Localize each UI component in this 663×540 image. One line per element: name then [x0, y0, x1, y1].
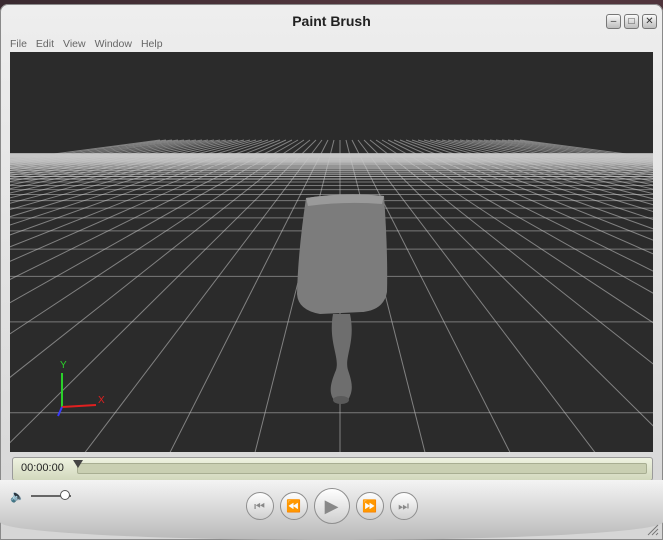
resize-grip-icon[interactable]: [645, 522, 659, 536]
skip-to-end-button[interactable]: ⏭: [389, 492, 418, 520]
grid-line: [447, 139, 653, 186]
z-axis-line: [57, 406, 63, 417]
grid-line: [441, 139, 653, 190]
grid-line: [393, 139, 653, 255]
grid-line: [483, 139, 653, 169]
grid-line: [10, 139, 293, 280]
grid-line: [411, 139, 653, 220]
rewind-button[interactable]: ⏪: [279, 492, 308, 520]
grid-line: [10, 139, 251, 204]
grid-line: [10, 139, 275, 236]
grid-line: [501, 139, 653, 163]
x-axis-label: X: [98, 395, 105, 406]
grid-line: [435, 139, 653, 195]
grid-line: [375, 139, 653, 324]
grid-line: [519, 139, 653, 159]
grid-line: [405, 139, 653, 230]
x-axis-line: [61, 404, 97, 408]
grid-line: [399, 139, 653, 241]
transport-buttons: ⏮ ⏪ ▶ ⏩ ⏭: [0, 488, 663, 524]
timeline-bar: 00:00:00: [12, 457, 653, 481]
grid-line: [10, 139, 287, 262]
title-bar[interactable]: Paint Brush ‒ □ ✕: [0, 4, 663, 38]
window-title: Paint Brush: [292, 13, 371, 29]
grid-line: [10, 139, 269, 226]
brush-handle: [330, 314, 352, 400]
timecode: 00:00:00: [21, 462, 64, 474]
grid-line: [429, 139, 653, 200]
minimize-button[interactable]: ‒: [606, 14, 621, 29]
maximize-button[interactable]: □: [624, 14, 639, 29]
skip-to-start-button[interactable]: ⏮: [245, 492, 274, 520]
grid-line: [369, 139, 653, 365]
grid-line: [423, 139, 653, 206]
grid-line: [357, 139, 596, 452]
fast-forward-button[interactable]: ⏩: [355, 492, 384, 520]
playback-controls: 🔈 ⏮ ⏪ ▶ ⏩ ⏭: [0, 480, 663, 540]
play-button[interactable]: ▶: [313, 488, 350, 524]
window-controls: ‒ □ ✕: [606, 14, 657, 29]
grid-line: [10, 139, 257, 211]
playhead-marker[interactable]: [73, 460, 83, 468]
rewind-icon: ⏪: [286, 499, 301, 513]
y-axis-label: Y: [60, 360, 67, 371]
brush-head: [297, 194, 388, 314]
grid-line: [507, 139, 653, 161]
play-icon: ▶: [324, 495, 339, 516]
grid-line: [10, 139, 221, 183]
scene-canvas: Y X: [10, 139, 653, 452]
app-window: Paint Brush ‒ □ ✕ File Edit View Window …: [0, 4, 663, 540]
close-button[interactable]: ✕: [642, 14, 657, 29]
grid-line: [363, 139, 653, 427]
skip-end-icon: ⏭: [398, 498, 409, 513]
3d-viewport[interactable]: Y X: [10, 52, 653, 452]
fast-forward-icon: ⏩: [362, 499, 377, 513]
timeline-track[interactable]: [77, 463, 647, 474]
skip-start-icon: ⏮: [254, 498, 265, 513]
